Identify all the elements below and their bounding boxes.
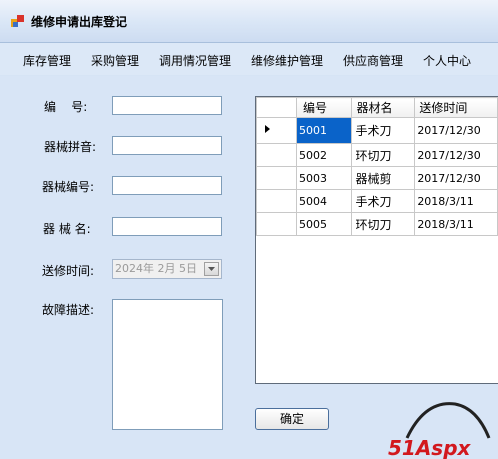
equipment-code-input[interactable] <box>112 176 222 195</box>
label-send-time: 送修时间: <box>42 264 95 278</box>
table-row[interactable]: 5004 手术刀 2018/3/11 <box>256 189 498 213</box>
menu-maintenance[interactable]: 维修维护管理 <box>251 52 323 69</box>
row-header-corner <box>256 97 297 118</box>
row-header[interactable] <box>256 143 297 167</box>
table-row[interactable]: 5002 环切刀 2017/12/30 <box>256 143 498 167</box>
row-header[interactable] <box>256 189 297 213</box>
row-header[interactable] <box>256 212 297 236</box>
menu-suppliers[interactable]: 供应商管理 <box>343 52 403 69</box>
column-header-send-time[interactable]: 送修时间 <box>414 97 498 118</box>
title-bar: 维修申请出库登记 <box>0 0 498 43</box>
code-input[interactable] <box>112 96 222 115</box>
cell-equipment[interactable]: 环切刀 <box>351 143 416 167</box>
cell-equipment[interactable]: 环切刀 <box>351 212 416 236</box>
menu-bar: 库存管理 采购管理 调用情况管理 维修维护管理 供应商管理 个人中心 <box>0 43 498 75</box>
label-equipment-code: 器械编号: <box>42 180 95 194</box>
menu-personal-center[interactable]: 个人中心 <box>423 52 471 69</box>
column-header-code[interactable]: 编号 <box>295 97 353 118</box>
cell-send-time[interactable]: 2018/3/11 <box>414 212 498 236</box>
cell-equipment[interactable]: 手术刀 <box>351 189 416 213</box>
table-row[interactable]: 5001 手术刀 2017/12/30 <box>256 117 498 144</box>
cell-send-time[interactable]: 2017/12/30 <box>414 117 498 144</box>
cell-code[interactable]: 5004 <box>295 189 353 213</box>
label-code: 编 号: <box>44 100 88 114</box>
fault-description-textarea[interactable] <box>112 299 223 430</box>
cell-code[interactable]: 5005 <box>295 212 353 236</box>
dropdown-button[interactable] <box>204 262 219 276</box>
row-header[interactable] <box>256 117 297 144</box>
window-title: 维修申请出库登记 <box>31 15 128 29</box>
current-row-arrow-icon <box>265 125 270 133</box>
app-icon <box>11 15 24 27</box>
cell-send-time[interactable]: 2017/12/30 <box>414 166 498 190</box>
menu-usage[interactable]: 调用情况管理 <box>159 52 231 69</box>
data-grid[interactable]: 编号 器材名 送修时间 5001 手术刀 2017/12/30 5002 环切刀… <box>255 96 498 384</box>
label-pinyin: 器械拼音: <box>44 140 97 154</box>
cell-code[interactable]: 5003 <box>295 166 353 190</box>
label-equipment-name: 器 械 名: <box>43 222 91 236</box>
watermark-logo: 51Aspx <box>388 402 491 459</box>
menu-purchase[interactable]: 采购管理 <box>91 52 139 69</box>
cell-equipment[interactable]: 手术刀 <box>351 117 416 144</box>
row-header[interactable] <box>256 166 297 190</box>
label-fault: 故障描述: <box>42 303 95 317</box>
table-row[interactable]: 5005 环切刀 2018/3/11 <box>256 212 498 236</box>
send-time-picker[interactable]: 2024年 2月 5日 <box>112 259 222 279</box>
table-row[interactable]: 5003 器械剪 2017/12/30 <box>256 166 498 190</box>
grid-header-row: 编号 器材名 送修时间 <box>256 97 498 118</box>
pinyin-input[interactable] <box>112 136 222 155</box>
equipment-name-input[interactable] <box>112 217 222 236</box>
cell-code[interactable]: 5002 <box>295 143 353 167</box>
cell-equipment[interactable]: 器械剪 <box>351 166 416 190</box>
cell-send-time[interactable]: 2018/3/11 <box>414 189 498 213</box>
column-header-equipment[interactable]: 器材名 <box>351 97 416 118</box>
svg-text:51Aspx: 51Aspx <box>388 436 472 459</box>
cell-send-time[interactable]: 2017/12/30 <box>414 143 498 167</box>
confirm-button[interactable]: 确定 <box>255 408 329 430</box>
date-value: 2024年 2月 5日 <box>115 262 197 275</box>
menu-inventory[interactable]: 库存管理 <box>23 52 71 69</box>
chevron-down-icon <box>208 267 215 271</box>
cell-code[interactable]: 5001 <box>295 117 353 144</box>
